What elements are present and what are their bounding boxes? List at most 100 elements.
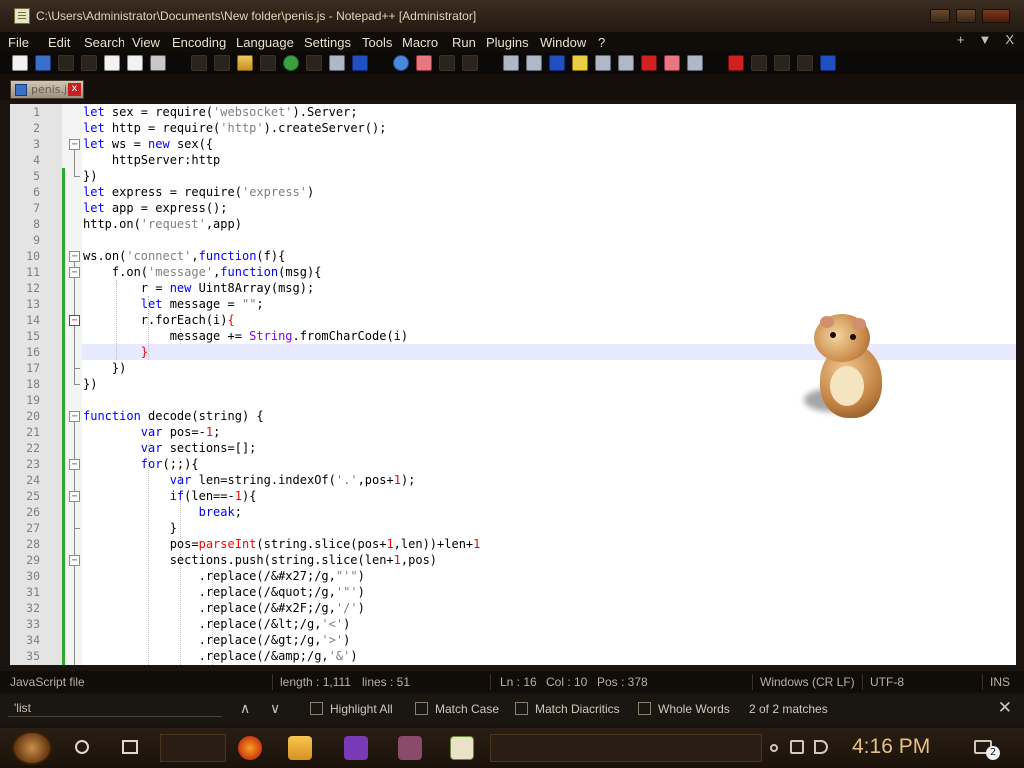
code-line[interactable]: 24 var len=string.indexOf('.',pos+1); bbox=[10, 472, 1016, 488]
tab-penis-js[interactable]: penis.js x bbox=[10, 80, 84, 99]
visual-studio-icon[interactable] bbox=[344, 736, 368, 760]
network-icon[interactable] bbox=[790, 740, 804, 754]
find-files-icon[interactable] bbox=[329, 55, 345, 71]
menu-window[interactable]: Window bbox=[532, 35, 590, 50]
code-line[interactable]: 30 .replace(/&#x27;/g,"'") bbox=[10, 568, 1016, 584]
tray-overflow-icon[interactable] bbox=[770, 744, 778, 752]
clock[interactable]: 4:16 PM bbox=[852, 735, 930, 759]
file-explorer-icon[interactable] bbox=[288, 736, 312, 760]
task-view-icon[interactable] bbox=[122, 740, 138, 754]
sync-vertical-icon[interactable] bbox=[439, 55, 455, 71]
menu-encoding[interactable]: Encoding bbox=[164, 35, 228, 50]
folder-as-workspace-icon[interactable] bbox=[641, 55, 657, 71]
sync-horizontal-icon[interactable] bbox=[462, 55, 478, 71]
close-window-button[interactable] bbox=[982, 9, 1010, 23]
find-input[interactable] bbox=[8, 699, 222, 717]
code-line[interactable]: 9 bbox=[10, 232, 1016, 248]
find-previous-icon[interactable]: ∧ bbox=[240, 700, 250, 717]
copy-icon[interactable] bbox=[214, 55, 230, 71]
menu-edit[interactable]: Edit bbox=[40, 35, 76, 50]
notepad-plus-plus-taskbar-icon[interactable] bbox=[450, 736, 474, 760]
code-line[interactable]: 8 http.on('request',app) bbox=[10, 216, 1016, 232]
find-close-icon[interactable]: ✕ bbox=[998, 698, 1012, 718]
whole-words-checkbox[interactable] bbox=[638, 702, 651, 715]
function-list-icon[interactable] bbox=[618, 55, 634, 71]
tab-close-icon[interactable]: x bbox=[68, 83, 81, 96]
volume-icon[interactable] bbox=[814, 740, 828, 754]
save-macro-icon[interactable] bbox=[820, 55, 836, 71]
record-macro-icon[interactable] bbox=[728, 55, 744, 71]
zoom-in-icon[interactable] bbox=[393, 55, 409, 71]
paste-icon[interactable] bbox=[237, 55, 253, 71]
menu-language[interactable]: Language bbox=[228, 35, 296, 50]
view-icon[interactable] bbox=[687, 55, 703, 71]
indent-guide-icon[interactable] bbox=[549, 55, 565, 71]
new-tab-plus-icon[interactable]: + bbox=[957, 32, 965, 47]
cortana-icon[interactable] bbox=[75, 740, 89, 754]
maximize-button[interactable] bbox=[956, 9, 976, 23]
save-icon[interactable] bbox=[35, 55, 51, 71]
code-line[interactable]: 22 var sections=[]; bbox=[10, 440, 1016, 456]
code-editor[interactable]: − − − − − − − − 1 let sex = require('webs… bbox=[10, 104, 1016, 665]
stop-macro-icon[interactable] bbox=[751, 55, 767, 71]
undo-icon[interactable] bbox=[260, 55, 276, 71]
language-define-icon[interactable] bbox=[572, 55, 588, 71]
code-line[interactable]: 7 let app = express(); bbox=[10, 200, 1016, 216]
menu-run[interactable]: Run bbox=[444, 35, 478, 50]
run-macro-multiple-icon[interactable] bbox=[797, 55, 813, 71]
word-wrap-icon[interactable] bbox=[503, 55, 519, 71]
highlight-all-checkbox[interactable] bbox=[310, 702, 323, 715]
menu-help[interactable]: ? bbox=[590, 35, 612, 50]
code-line[interactable]: 21 var pos=-1; bbox=[10, 424, 1016, 440]
code-line[interactable]: 3 let ws = new sex({ bbox=[10, 136, 1016, 152]
app-icon[interactable] bbox=[398, 736, 422, 760]
find-next-icon[interactable]: ∨ bbox=[270, 700, 280, 717]
match-case-checkbox[interactable] bbox=[415, 702, 428, 715]
save-all-icon[interactable] bbox=[58, 55, 74, 71]
code-line[interactable]: 33 .replace(/&lt;/g,'<') bbox=[10, 616, 1016, 632]
cut-icon[interactable] bbox=[191, 55, 207, 71]
menu-macro[interactable]: Macro bbox=[394, 35, 444, 50]
find-icon[interactable] bbox=[306, 55, 322, 71]
menu-plugins[interactable]: Plugins bbox=[478, 35, 532, 50]
menu-settings[interactable]: Settings bbox=[296, 35, 354, 50]
code-line[interactable]: 10 ws.on('connect',function(f){ bbox=[10, 248, 1016, 264]
print-icon[interactable] bbox=[150, 55, 166, 71]
code-line[interactable]: 31 .replace(/&quot;/g,'"') bbox=[10, 584, 1016, 600]
code-line[interactable]: 12 r = new Uint8Array(msg); bbox=[10, 280, 1016, 296]
code-line[interactable]: 6 let express = require('express') bbox=[10, 184, 1016, 200]
code-line[interactable]: 4 httpServer:http bbox=[10, 152, 1016, 168]
match-diacritics-checkbox[interactable] bbox=[515, 702, 528, 715]
show-all-chars-icon[interactable] bbox=[526, 55, 542, 71]
code-line[interactable]: 11 f.on('message',function(msg){ bbox=[10, 264, 1016, 280]
play-macro-icon[interactable] bbox=[774, 55, 790, 71]
tab-list-arrow-icon[interactable]: ▼ bbox=[978, 32, 991, 47]
new-file-icon[interactable] bbox=[12, 55, 28, 71]
code-line[interactable]: 26 break; bbox=[10, 504, 1016, 520]
firefox-icon[interactable] bbox=[238, 736, 262, 760]
menu-tools[interactable]: Tools bbox=[354, 35, 394, 50]
menu-file[interactable]: File bbox=[0, 35, 40, 50]
code-line[interactable]: 32 .replace(/&#x2F;/g,'/') bbox=[10, 600, 1016, 616]
menu-view[interactable]: View bbox=[124, 35, 164, 50]
menu-search[interactable]: Search bbox=[76, 35, 124, 50]
copy-file-icon[interactable] bbox=[127, 55, 143, 71]
code-line[interactable]: 34 .replace(/&gt;/g,'>') bbox=[10, 632, 1016, 648]
document-map-icon[interactable] bbox=[595, 55, 611, 71]
code-line[interactable]: 13 let message = ""; bbox=[10, 296, 1016, 312]
code-line[interactable]: 35 .replace(/&amp;/g,'&') bbox=[10, 648, 1016, 664]
code-line[interactable]: 5}) bbox=[10, 168, 1016, 184]
close-all-icon[interactable] bbox=[104, 55, 120, 71]
code-line[interactable]: 1 let sex = require('websocket').Server; bbox=[10, 104, 1016, 120]
code-line[interactable]: 25 if(len==-1){ bbox=[10, 488, 1016, 504]
code-line[interactable]: 27 } bbox=[10, 520, 1016, 536]
code-line[interactable]: 28 pos=parseInt(string.slice(pos+1,len))… bbox=[10, 536, 1016, 552]
monitoring-icon[interactable] bbox=[664, 55, 680, 71]
zoom-out-icon[interactable] bbox=[416, 55, 432, 71]
minimize-button[interactable] bbox=[930, 9, 950, 23]
code-line[interactable]: 2 let http = require('http').createServer… bbox=[10, 120, 1016, 136]
close-document-icon[interactable]: X bbox=[1005, 32, 1014, 47]
close-file-icon[interactable] bbox=[81, 55, 97, 71]
start-button[interactable] bbox=[12, 731, 52, 765]
code-line[interactable]: 29 sections.push(string.slice(len+1,pos) bbox=[10, 552, 1016, 568]
